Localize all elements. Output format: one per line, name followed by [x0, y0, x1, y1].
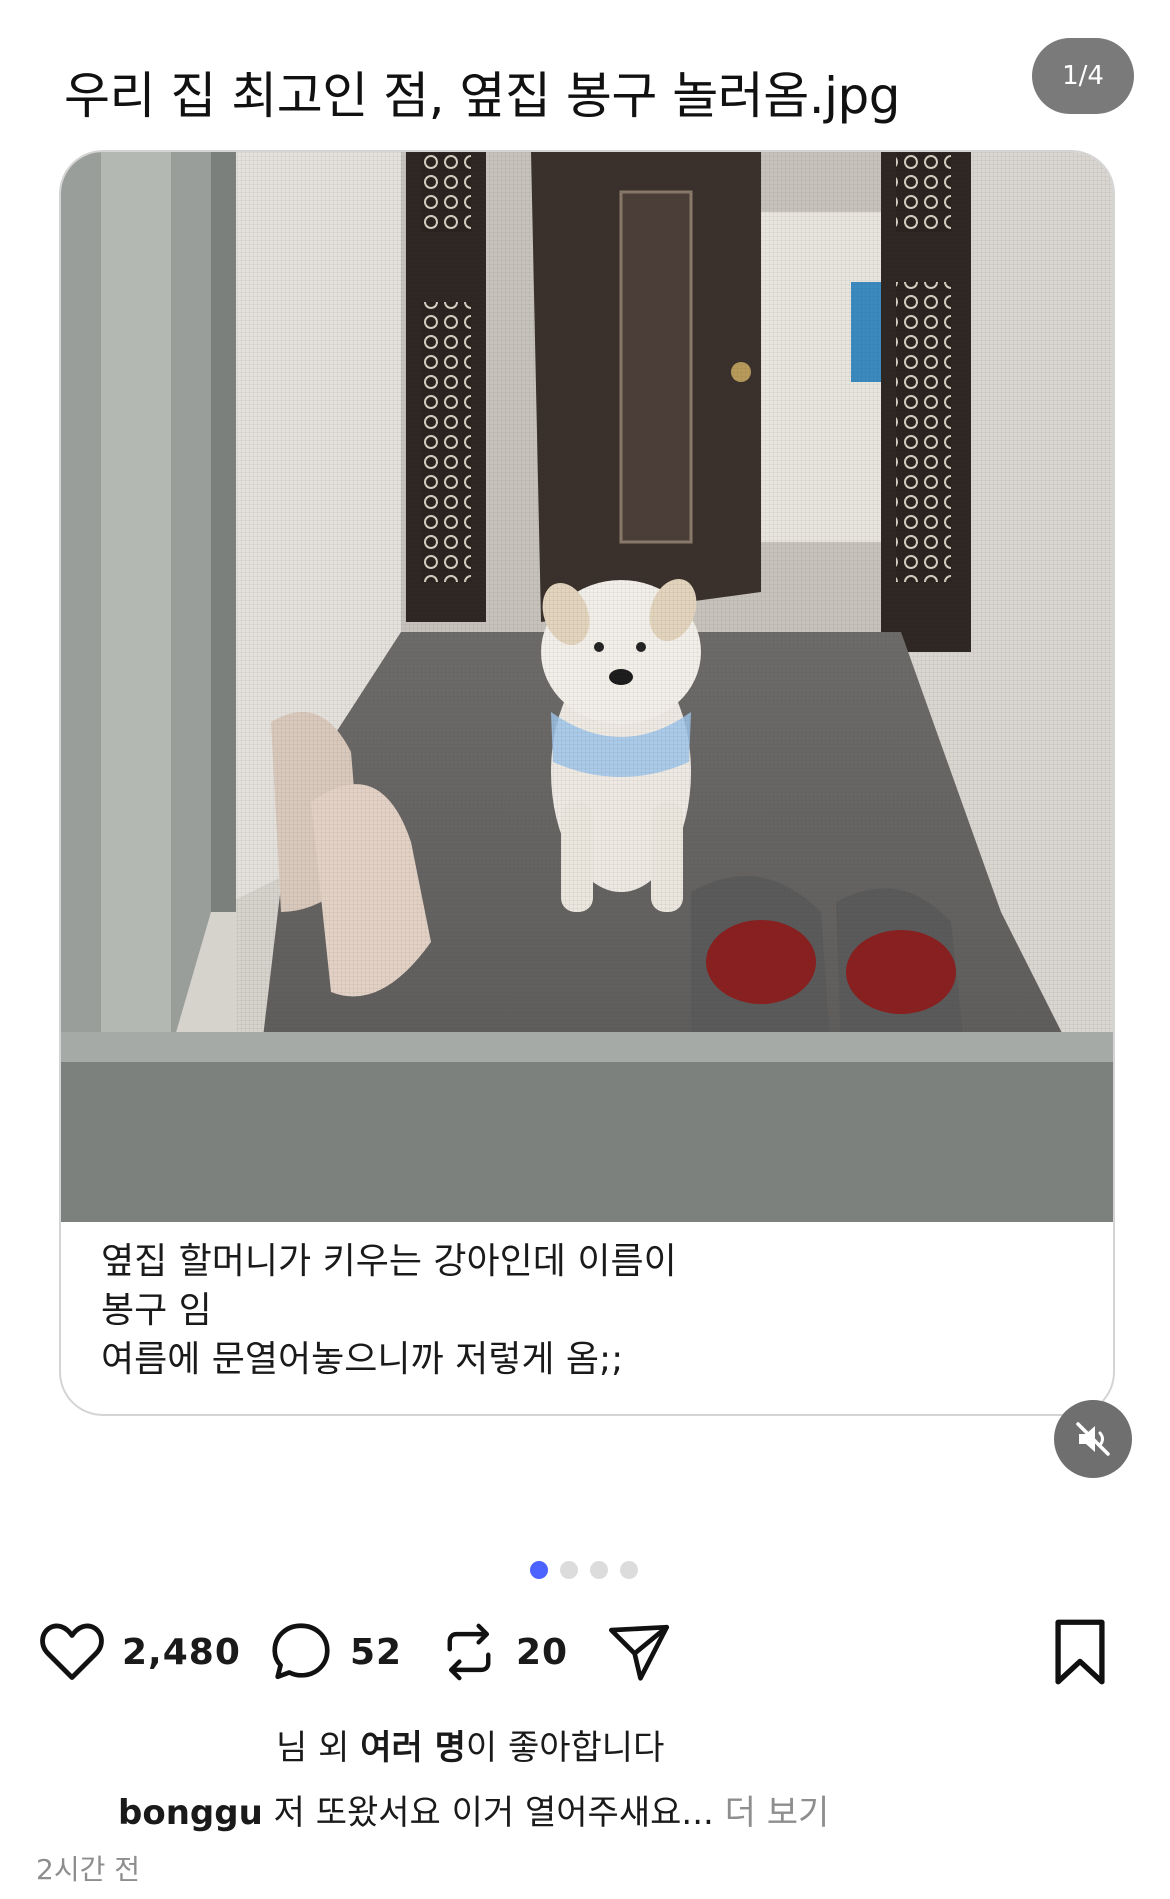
repost-button[interactable]: 20 — [436, 1612, 568, 1692]
repost-count: 20 — [516, 1631, 569, 1673]
timestamp: 2시간 전 — [36, 1853, 140, 1886]
likes-bold: 여러 명 — [360, 1728, 466, 1768]
action-bar: 2,480 52 20 — [36, 1612, 1136, 1692]
comment-count: 52 — [350, 1631, 403, 1673]
carousel-dot[interactable] — [590, 1561, 608, 1579]
caption-line: 여름에 문열어놓으니까 저렇게 옴;; — [101, 1339, 624, 1380]
heart-icon — [40, 1623, 104, 1680]
carousel-dot[interactable] — [620, 1561, 638, 1579]
bookmark-icon — [1055, 1619, 1105, 1685]
more-link[interactable]: 더 보기 — [714, 1793, 830, 1833]
carousel-dots — [530, 1561, 638, 1579]
post-caption: 옆집 할머니가 키우는 강아인데 이름이 봉구 임 여름에 문열어놓으니까 저렇… — [101, 1237, 1061, 1384]
caption-line: 봉구 임 — [101, 1290, 212, 1331]
post-photo[interactable] — [61, 152, 1115, 1222]
caption-line: 옆집 할머니가 키우는 강아인데 이름이 — [101, 1241, 677, 1282]
comment-bubble-icon — [272, 1623, 330, 1680]
mute-button[interactable] — [1054, 1400, 1132, 1478]
comment-text: 저 또왔서요 이거 열어주새요... — [262, 1793, 714, 1833]
post-title: 우리 집 최고인 점, 옆집 봉구 놀러옴.jpg — [64, 67, 901, 125]
mute-icon — [1076, 1422, 1110, 1456]
page-indicator: 1/4 — [1032, 38, 1134, 114]
comment-button[interactable]: 52 — [266, 1612, 402, 1692]
post-card[interactable]: 옆집 할머니가 키우는 강아인데 이름이 봉구 임 여름에 문열어놓으니까 저렇… — [59, 150, 1115, 1416]
bookmark-button[interactable] — [1048, 1612, 1112, 1692]
likes-prefix: 님 외 — [276, 1728, 361, 1768]
carousel-dot[interactable] — [560, 1561, 578, 1579]
like-button[interactable]: 2,480 — [36, 1612, 241, 1692]
like-count: 2,480 — [122, 1631, 241, 1673]
repost-icon — [447, 1623, 491, 1681]
send-icon — [608, 1624, 670, 1681]
comment-preview: bonggu 저 또왔서요 이거 열어주새요... 더 보기 — [118, 1785, 829, 1834]
share-button[interactable] — [604, 1612, 674, 1692]
comment-username[interactable]: bonggu — [118, 1793, 263, 1833]
carousel-dot-active[interactable] — [530, 1561, 548, 1579]
likes-suffix: 이 좋아합니다 — [465, 1728, 665, 1768]
likes-summary[interactable]: 님 외 여러 명이 좋아합니다 — [276, 1720, 664, 1769]
